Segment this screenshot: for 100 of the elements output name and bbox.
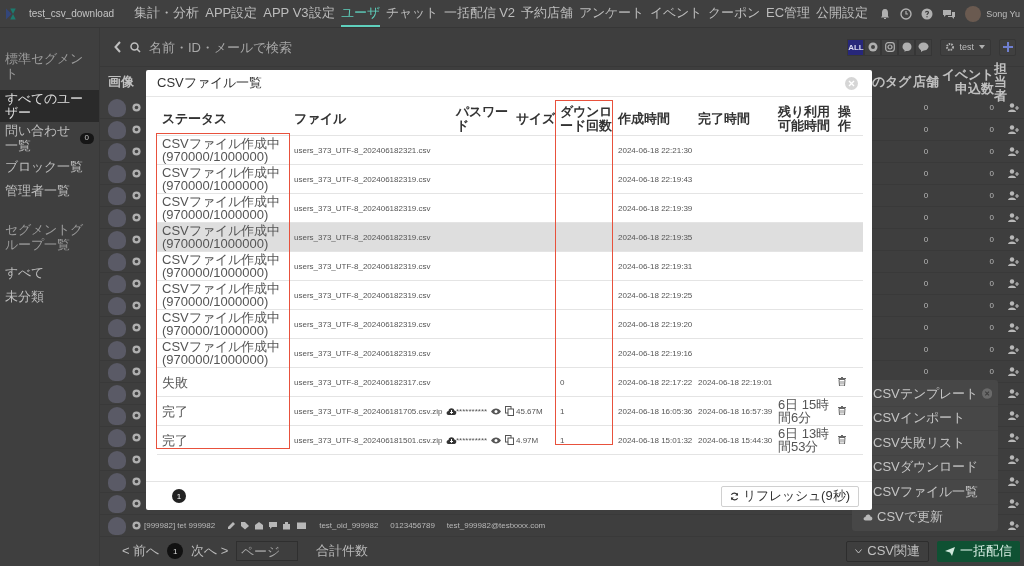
file-name: users_373_UTF-8_202406182319.csv bbox=[294, 174, 431, 184]
file-name: users_373_UTF-8_202406182319.csv bbox=[294, 261, 431, 271]
nav-tab[interactable]: 一括配信 V2 bbox=[443, 0, 516, 27]
next-link[interactable]: 次へ > bbox=[191, 542, 229, 560]
table-cell: 2024-06-18 22:19:16 bbox=[618, 348, 693, 358]
status-text: CSVファイル作成中 (970000/1000000) bbox=[162, 310, 280, 338]
table-cell: 0 bbox=[923, 191, 929, 200]
status-text: CSVファイル作成中 (970000/1000000) bbox=[162, 223, 280, 251]
sidebar-item-label: 管理者一覧 bbox=[5, 183, 70, 199]
file-name: users_373_UTF-8_202406182319.csv bbox=[294, 348, 431, 358]
nav-tab[interactable]: アンケート bbox=[579, 0, 645, 27]
table-cell: 0 bbox=[989, 301, 994, 310]
sidebar-item-label: 未分類 bbox=[5, 289, 44, 305]
nav-tab[interactable]: 集計・分析 bbox=[134, 0, 200, 27]
refresh-button[interactable]: リフレッシュ(9秒) bbox=[721, 485, 859, 507]
sidebar-item[interactable]: 未分類 bbox=[0, 284, 99, 309]
column-header[interactable]: 店舗 bbox=[912, 75, 940, 89]
file-name: users_373_UTF-8_202406182319.csv bbox=[294, 319, 431, 329]
table-cell: 0 bbox=[989, 213, 994, 222]
column-header: ステータス bbox=[162, 110, 227, 126]
password-text: ********** bbox=[456, 406, 488, 416]
table-cell: 0 bbox=[989, 191, 994, 200]
table-cell: 4.97M bbox=[516, 435, 539, 445]
table-cell: 0 bbox=[923, 169, 929, 178]
table-cell: 0 bbox=[989, 279, 994, 288]
column-header[interactable]: のタグ bbox=[872, 75, 912, 89]
table-cell: 2024-06-18 22:19:31 bbox=[618, 261, 693, 271]
table-cell: 2024-06-18 22:19:39 bbox=[618, 203, 693, 213]
segment-dropdown[interactable]: test bbox=[940, 38, 991, 56]
sidebar-item-label: すべて bbox=[5, 265, 44, 281]
nav-tab[interactable]: APP設定 bbox=[205, 0, 258, 27]
send-button[interactable]: 一括配信 bbox=[937, 540, 1020, 562]
column-header: 操作 bbox=[838, 103, 851, 133]
table-cell: [999982] tet 999982 bbox=[144, 521, 216, 530]
table-cell: 0 bbox=[989, 235, 994, 244]
column-header[interactable]: 担当者 bbox=[994, 61, 1024, 103]
file-name: users_373_UTF-8_202406182319.csv bbox=[294, 232, 431, 242]
status-text: CSVファイル作成中 (970000/1000000) bbox=[162, 136, 280, 164]
all-filter-button[interactable]: ALL bbox=[847, 38, 865, 56]
table-cell: 2024-06-18 22:19:01 bbox=[698, 377, 773, 387]
table-cell: 0 bbox=[989, 103, 994, 112]
nav-tab[interactable]: APP V3設定 bbox=[263, 0, 335, 27]
file-name: users_373_UTF-8_202406182319.csv bbox=[294, 290, 431, 300]
nav-tab[interactable]: イベント bbox=[650, 0, 703, 27]
page-number[interactable]: 1 bbox=[172, 489, 186, 503]
sidebar-item[interactable]: ブロック一覧 bbox=[0, 155, 99, 180]
table-cell: 0 bbox=[989, 147, 994, 156]
table-cell: 0 bbox=[989, 323, 994, 332]
status-text: 失敗 bbox=[162, 374, 188, 390]
nav-tab[interactable]: クーポン bbox=[708, 0, 761, 27]
column-header: 完了時間 bbox=[698, 110, 750, 126]
table-cell: 2024-06-18 16:57:39 bbox=[698, 406, 773, 416]
table-cell: 0 bbox=[989, 257, 994, 266]
table-cell: test_999982@testxxxx.com bbox=[446, 521, 546, 530]
table-cell: 0 bbox=[923, 367, 929, 376]
menu-item[interactable]: CSVで更新 bbox=[852, 504, 998, 529]
csv-menu-button[interactable]: CSV関連 bbox=[846, 540, 929, 562]
sidebar-item[interactable]: 管理者一覧 bbox=[0, 179, 99, 204]
table-cell: 0 bbox=[923, 147, 929, 156]
column-header: パスワード bbox=[456, 103, 508, 133]
column-header[interactable]: 画像 bbox=[108, 75, 134, 89]
page-input-field[interactable]: ページ bbox=[236, 541, 299, 561]
table-cell: 0 bbox=[989, 125, 994, 134]
column-header: 作成時間 bbox=[618, 110, 670, 126]
table-cell: 0 bbox=[923, 323, 929, 332]
sidebar-item[interactable]: すべてのユーザー bbox=[0, 89, 99, 123]
sidebar-item-label: すべてのユーザー bbox=[5, 91, 84, 121]
nav-tab[interactable]: EC管理 bbox=[766, 0, 811, 27]
table-cell: 0 bbox=[923, 213, 929, 222]
table-cell: 0 bbox=[923, 235, 929, 244]
sidebar-item-label: ブロック一覧 bbox=[5, 159, 83, 175]
dialog-title: CSVファイル一覧 bbox=[157, 74, 262, 92]
status-text: CSVファイル作成中 (970000/1000000) bbox=[162, 281, 280, 309]
table-cell: 1 bbox=[560, 435, 565, 445]
status-text: 完了 bbox=[162, 432, 188, 448]
previous-link[interactable]: < 前へ bbox=[122, 542, 160, 560]
page-number[interactable]: 1 bbox=[167, 543, 184, 559]
table-cell: 1 bbox=[560, 406, 565, 416]
nav-tab[interactable]: 予約店舗 bbox=[521, 0, 574, 27]
column-header[interactable]: イベント申込数 bbox=[940, 68, 994, 96]
table-cell: 6日 13時間53分 bbox=[778, 426, 830, 454]
status-text: 完了 bbox=[162, 403, 188, 419]
sidebar-item[interactable]: 問い合わせ一覧 0 bbox=[0, 122, 99, 156]
nav-tab[interactable]: ユーザ bbox=[340, 0, 380, 27]
table-cell: 0 bbox=[923, 103, 929, 112]
status-text: CSVファイル作成中 (970000/1000000) bbox=[162, 194, 280, 222]
table-cell: 0 bbox=[989, 345, 994, 354]
column-header: ファイル bbox=[294, 110, 346, 126]
user-name[interactable]: Song Yu bbox=[986, 8, 1024, 19]
table-cell: 2024-06-18 22:19:20 bbox=[618, 319, 693, 329]
nav-tab[interactable]: 公開設定 bbox=[816, 0, 869, 27]
sidebar-item-label: 問い合わせ一覧 bbox=[5, 124, 71, 154]
nav-tab[interactable]: チャット bbox=[385, 0, 438, 27]
sidebar-heading: 標準セグメント bbox=[4, 50, 84, 83]
sidebar-item[interactable]: すべて bbox=[0, 260, 99, 285]
table-cell: 2024-06-18 22:19:43 bbox=[618, 174, 693, 184]
table-cell: 2024-06-18 22:21:30 bbox=[618, 145, 693, 155]
total-count-label: 合計件数 bbox=[316, 542, 369, 560]
table-cell: 2024-06-18 15:44:30 bbox=[698, 435, 773, 445]
search-field[interactable]: 名前・ID・メールで検索 bbox=[149, 39, 359, 55]
